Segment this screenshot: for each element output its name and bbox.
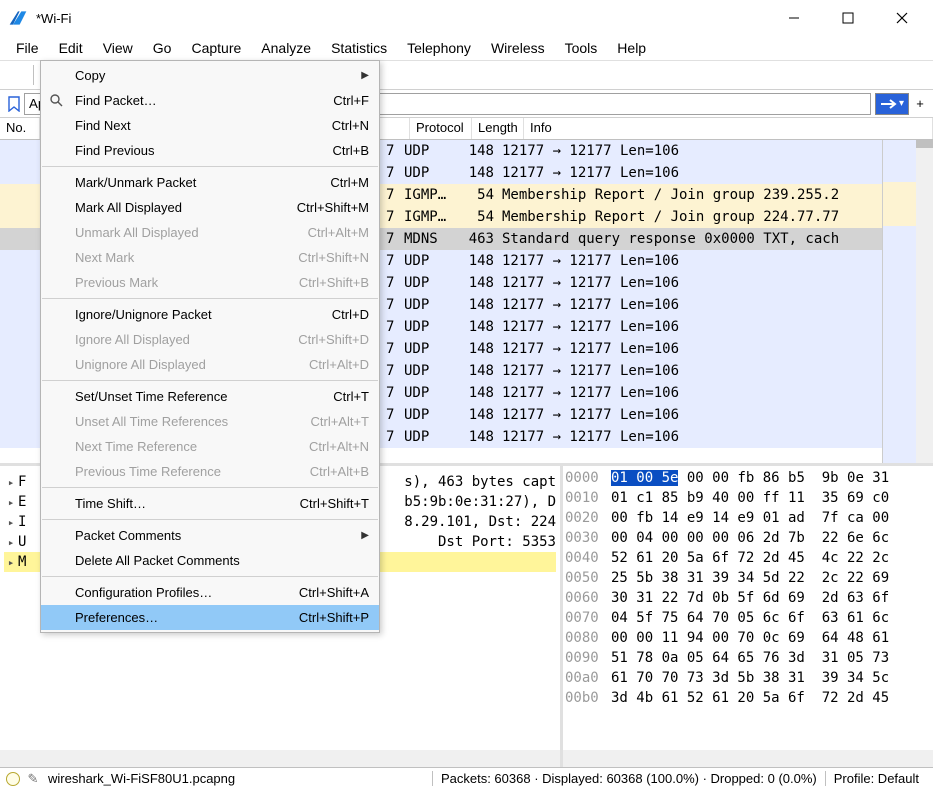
bookmark-icon[interactable] [4,96,24,112]
minimize-button[interactable] [771,2,817,34]
packet-ruler [882,140,916,463]
menu-tools[interactable]: Tools [555,38,608,58]
menu-item-next-time-reference: Next Time ReferenceCtrl+Alt+N [41,434,379,459]
menu-separator [42,487,378,488]
filter-add-button[interactable]: + [911,93,929,115]
details-scrollbar-x[interactable] [0,750,560,767]
hex-row[interactable]: 008000 00 11 94 00 70 0c 69 64 48 61 [565,630,931,650]
window-controls [771,2,925,34]
menu-item-unset-all-time-references: Unset All Time ReferencesCtrl+Alt+T [41,409,379,434]
menu-separator [42,519,378,520]
menu-separator [42,166,378,167]
menu-item-mark-all-displayed[interactable]: Mark All DisplayedCtrl+Shift+M [41,195,379,220]
hex-row[interactable]: 009051 78 0a 05 64 65 76 3d 31 05 73 [565,650,931,670]
filter-apply-button[interactable]: ▾ [875,93,909,115]
menu-item-preferences[interactable]: Preferences…Ctrl+Shift+P [41,605,379,630]
hex-row[interactable]: 00b03d 4b 61 52 61 20 5a 6f 72 2d 45 [565,690,931,710]
statusbar: ✎ wireshark_Wi-FiSF80U1.pcapng Packets: … [0,767,933,789]
status-profile[interactable]: Profile: Default [825,771,927,786]
hex-row[interactable]: 006030 31 22 7d 0b 5f 6d 69 2d 63 6f [565,590,931,610]
menu-item-ignore-unignore-packet[interactable]: Ignore/Unignore PacketCtrl+D [41,302,379,327]
menu-item-find-packet[interactable]: Find Packet…Ctrl+F [41,88,379,113]
menu-statistics[interactable]: Statistics [321,38,397,58]
expert-info-icon[interactable] [6,772,20,786]
app-icon [8,8,28,28]
menu-wireless[interactable]: Wireless [481,38,555,58]
menu-analyze[interactable]: Analyze [251,38,321,58]
menu-item-find-previous[interactable]: Find PreviousCtrl+B [41,138,379,163]
menu-separator [42,298,378,299]
menu-item-find-next[interactable]: Find NextCtrl+N [41,113,379,138]
hex-row[interactable]: 002000 fb 14 e9 14 e9 01 ad 7f ca 00 [565,510,931,530]
hex-row[interactable]: 003000 04 00 00 00 06 2d 7b 22 6e 6c [565,530,931,550]
hex-row[interactable]: 000001 00 5e 00 00 fb 86 b5 9b 0e 31 [565,470,931,490]
hex-row[interactable]: 005025 5b 38 31 39 34 5d 22 2c 22 69 [565,570,931,590]
packet-bytes-pane: 000001 00 5e 00 00 fb 86 b5 9b 0e 310010… [563,466,933,767]
status-filename: wireshark_Wi-FiSF80U1.pcapng [48,771,432,786]
menu-item-unignore-all-displayed: Unignore All DisplayedCtrl+Alt+D [41,352,379,377]
menu-edit[interactable]: Edit [49,38,93,58]
menu-telephony[interactable]: Telephony [397,38,481,58]
column-header-length[interactable]: Length [472,118,524,139]
column-header-no[interactable]: No. [0,118,40,139]
window-title: *Wi-Fi [36,11,771,26]
column-header-protocol[interactable]: Protocol [410,118,472,139]
menu-item-previous-mark: Previous MarkCtrl+Shift+B [41,270,379,295]
menu-go[interactable]: Go [143,38,182,58]
menu-view[interactable]: View [93,38,143,58]
menu-separator [42,576,378,577]
packet-list-scrollbar-y[interactable] [916,140,933,463]
menu-separator [42,380,378,381]
edit-menu-dropdown: Copy▶Find Packet…Ctrl+FFind NextCtrl+NFi… [40,60,380,633]
capture-file-properties-icon[interactable]: ✎ [26,772,40,786]
menu-file[interactable]: File [6,38,49,58]
menu-item-unmark-all-displayed: Unmark All DisplayedCtrl+Alt+M [41,220,379,245]
menu-item-next-mark: Next MarkCtrl+Shift+N [41,245,379,270]
close-button[interactable] [879,2,925,34]
menu-help[interactable]: Help [607,38,656,58]
menu-item-previous-time-reference: Previous Time ReferenceCtrl+Alt+B [41,459,379,484]
menu-capture[interactable]: Capture [181,38,251,58]
menu-item-configuration-profiles[interactable]: Configuration Profiles…Ctrl+Shift+A [41,580,379,605]
hex-row[interactable]: 00a061 70 70 73 3d 5b 38 31 39 34 5c [565,670,931,690]
menubar: FileEditViewGoCaptureAnalyzeStatisticsTe… [0,36,933,60]
menu-item-delete-all-packet-comments[interactable]: Delete All Packet Comments [41,548,379,573]
hex-row[interactable]: 007004 5f 75 64 70 05 6c 6f 63 61 6c [565,610,931,630]
menu-item-set-unset-time-reference[interactable]: Set/Unset Time ReferenceCtrl+T [41,384,379,409]
hex-row[interactable]: 004052 61 20 5a 6f 72 2d 45 4c 22 2c [565,550,931,570]
maximize-button[interactable] [825,2,871,34]
menu-item-ignore-all-displayed: Ignore All DisplayedCtrl+Shift+D [41,327,379,352]
search-icon [49,93,65,109]
column-header-info[interactable]: Info [524,118,933,139]
menu-item-mark-unmark-packet[interactable]: Mark/Unmark PacketCtrl+M [41,170,379,195]
hex-row[interactable]: 001001 c1 85 b9 40 00 ff 11 35 69 c0 [565,490,931,510]
menu-item-time-shift[interactable]: Time Shift…Ctrl+Shift+T [41,491,379,516]
toolbar-item[interactable] [4,63,28,87]
bytes-scrollbar-x[interactable] [563,750,933,767]
toolbar-separator [33,65,34,85]
menu-item-packet-comments[interactable]: Packet Comments▶ [41,523,379,548]
menu-item-copy[interactable]: Copy▶ [41,63,379,88]
window-titlebar: *Wi-Fi [0,0,933,36]
status-packet-stats: Packets: 60368 · Displayed: 60368 (100.0… [432,771,825,786]
